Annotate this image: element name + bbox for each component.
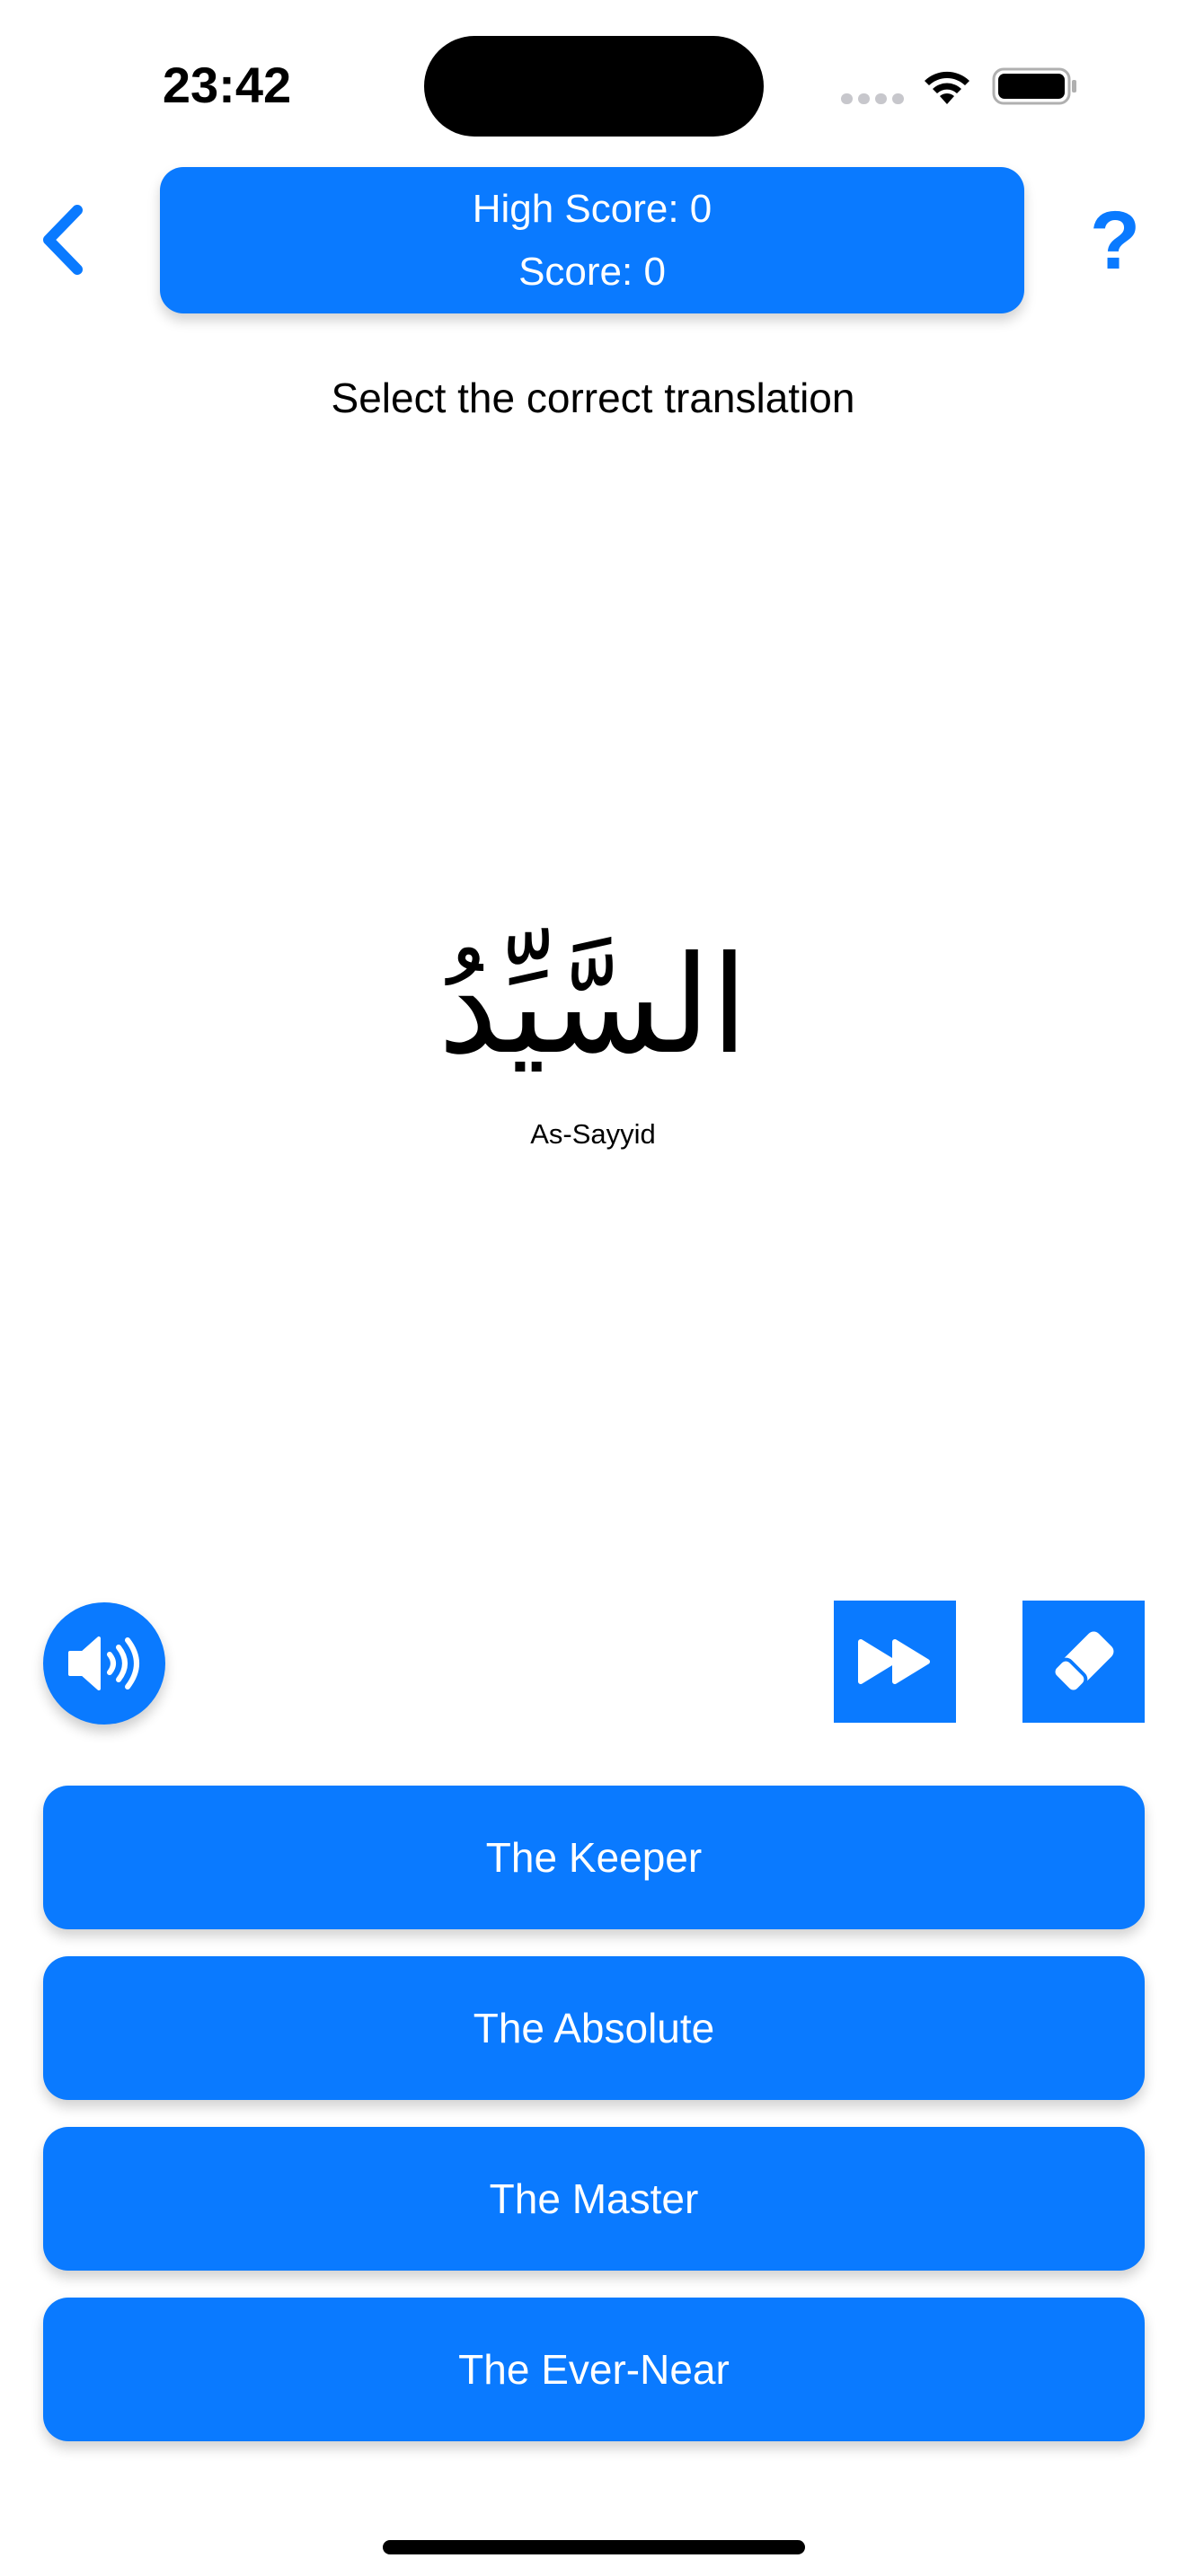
- answer-button[interactable]: The Master: [43, 2127, 1145, 2271]
- home-indicator[interactable]: [383, 2540, 805, 2554]
- fast-forward-icon: [858, 1639, 930, 1684]
- score-label: Score: 0: [518, 250, 666, 294]
- battery-icon: [992, 67, 1076, 105]
- answer-button[interactable]: The Absolute: [43, 1956, 1145, 2100]
- answer-button[interactable]: The Ever-Near: [43, 2298, 1145, 2441]
- answer-list: The Keeper The Absolute The Master The E…: [43, 1786, 1145, 2468]
- arabic-word: السَّيِّدُ: [438, 928, 748, 1084]
- instruction-text: Select the correct translation: [331, 375, 855, 421]
- score-panel: High Score: 0 Score: 0: [160, 167, 1024, 313]
- help-button[interactable]: ?: [1084, 196, 1146, 286]
- quiz-screen: 23:42 High Score: 0 Score: 0 ? Select th…: [0, 0, 1186, 2576]
- wifi-icon: [925, 71, 969, 104]
- answer-button[interactable]: The Keeper: [43, 1786, 1145, 1929]
- erase-button[interactable]: [1022, 1601, 1145, 1723]
- chevron-left-icon: [43, 205, 83, 275]
- speaker-wave-icon: [68, 1636, 139, 1690]
- cellular-signal-icon: [841, 93, 904, 104]
- back-button[interactable]: [32, 199, 95, 280]
- skip-button[interactable]: [834, 1601, 956, 1723]
- transliteration: As-Sayyid: [530, 1118, 656, 1150]
- status-time: 23:42: [162, 57, 292, 113]
- high-score-label: High Score: 0: [472, 187, 712, 231]
- dynamic-island: [424, 36, 764, 137]
- question-mark-icon: ?: [1089, 195, 1141, 287]
- eraser-icon: [1051, 1631, 1114, 1694]
- audio-button[interactable]: [43, 1602, 165, 1725]
